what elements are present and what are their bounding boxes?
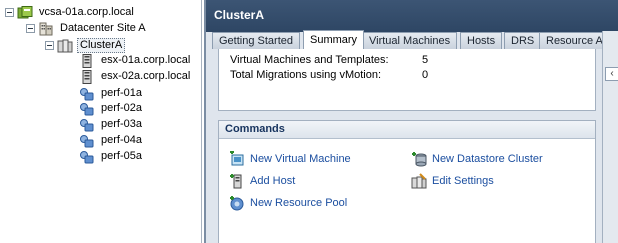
tab-virtual-machines[interactable]: Virtual Machines: [362, 32, 458, 49]
tree-node-resource-pool[interactable]: perf-03a: [79, 117, 144, 132]
host-icon: [82, 69, 92, 84]
new-vm-icon: [230, 151, 244, 166]
new-virtual-machine-link[interactable]: New Virtual Machine: [229, 151, 351, 167]
tree-node-resource-pool[interactable]: perf-02a: [79, 101, 144, 116]
inventory-tree: vcsa-01a.corp.local Datacenter Site A Cl…: [0, 0, 202, 243]
edit-settings-link[interactable]: Edit Settings: [411, 173, 494, 189]
host-icon: [82, 53, 92, 68]
tab-summary[interactable]: Summary: [303, 30, 365, 49]
resource-pool-icon: [80, 102, 94, 115]
tree-label: perf-02a: [101, 102, 142, 114]
stat-label: Virtual Machines and Templates:: [230, 54, 389, 66]
command-label: New Virtual Machine: [250, 153, 351, 165]
add-host-link[interactable]: Add Host: [229, 173, 295, 189]
tree-label: vcsa-01a.corp.local: [39, 6, 134, 18]
command-label: Add Host: [250, 175, 296, 187]
resource-pool-icon: [80, 118, 94, 131]
stat-value: 5: [422, 54, 429, 66]
tree-node-cluster[interactable]: ClusterA: [45, 38, 126, 53]
resource-pool-icon: [80, 87, 94, 100]
tab-hosts[interactable]: Hosts: [460, 32, 503, 49]
new-resource-pool-icon: [230, 196, 244, 211]
tree-node-resource-pool[interactable]: perf-04a: [79, 133, 144, 148]
tree-label: perf-05a: [101, 150, 142, 162]
tab-bar: Getting Started Summary Virtual Machines…: [206, 30, 618, 49]
command-label: New Datastore Cluster: [432, 153, 543, 165]
general-panel: Virtual Machines and Templates: 5 Total …: [218, 49, 596, 111]
collapse-toggle[interactable]: [45, 41, 54, 50]
object-title: ClusterA: [214, 8, 265, 22]
collapse-arrow-icon[interactable]: ‹: [605, 67, 618, 81]
tree-node-resource-pool[interactable]: perf-01a: [79, 86, 144, 101]
tab-getting-started[interactable]: Getting Started: [212, 32, 300, 49]
commands-panel: Commands New Virtual Machine Add Host Ne…: [218, 120, 596, 243]
new-datastore-cluster-icon: [412, 152, 427, 167]
tree-node-host[interactable]: esx-01a.corp.local: [79, 53, 192, 68]
vcenter-icon: [17, 5, 33, 18]
stat-value: 0: [422, 69, 429, 81]
tab-drs[interactable]: DRS: [504, 32, 542, 49]
resource-pool-icon: [80, 150, 94, 163]
tree-label: perf-03a: [101, 118, 142, 130]
datacenter-icon: [39, 22, 53, 35]
tree-label: esx-01a.corp.local: [101, 54, 191, 66]
collapse-toggle[interactable]: [26, 24, 35, 33]
add-host-icon: [230, 174, 242, 189]
command-label: Edit Settings: [432, 175, 494, 187]
collapse-toggle[interactable]: [5, 8, 14, 17]
command-label: New Resource Pool: [250, 197, 348, 209]
tree-label: perf-04a: [101, 134, 142, 146]
commands-title: Commands: [219, 121, 595, 139]
resource-pool-icon: [80, 134, 94, 147]
tree-node-datacenter[interactable]: Datacenter Site A: [26, 21, 148, 36]
summary-content: Virtual Machines and Templates: 5 Total …: [206, 49, 618, 243]
edit-settings-icon: [411, 173, 427, 189]
new-datastore-cluster-link[interactable]: New Datastore Cluster: [411, 151, 543, 167]
detail-pane: ClusterA Getting Started Summary Virtual…: [204, 0, 618, 243]
tree-label-selected: ClusterA: [77, 38, 126, 53]
side-panel: ‹: [602, 31, 618, 243]
tree-node-host[interactable]: esx-02a.corp.local: [79, 69, 192, 84]
tree-label: esx-02a.corp.local: [101, 70, 191, 82]
tree-node-vcenter[interactable]: vcsa-01a.corp.local: [5, 5, 136, 20]
new-resource-pool-link[interactable]: New Resource Pool: [229, 195, 347, 211]
object-header: ClusterA: [206, 0, 618, 32]
tree-label: perf-01a: [101, 87, 142, 99]
stat-label: Total Migrations using vMotion:: [230, 69, 382, 81]
cluster-icon: [57, 39, 73, 52]
tree-label: Datacenter Site A: [60, 22, 146, 34]
tree-node-resource-pool[interactable]: perf-05a: [79, 149, 144, 164]
